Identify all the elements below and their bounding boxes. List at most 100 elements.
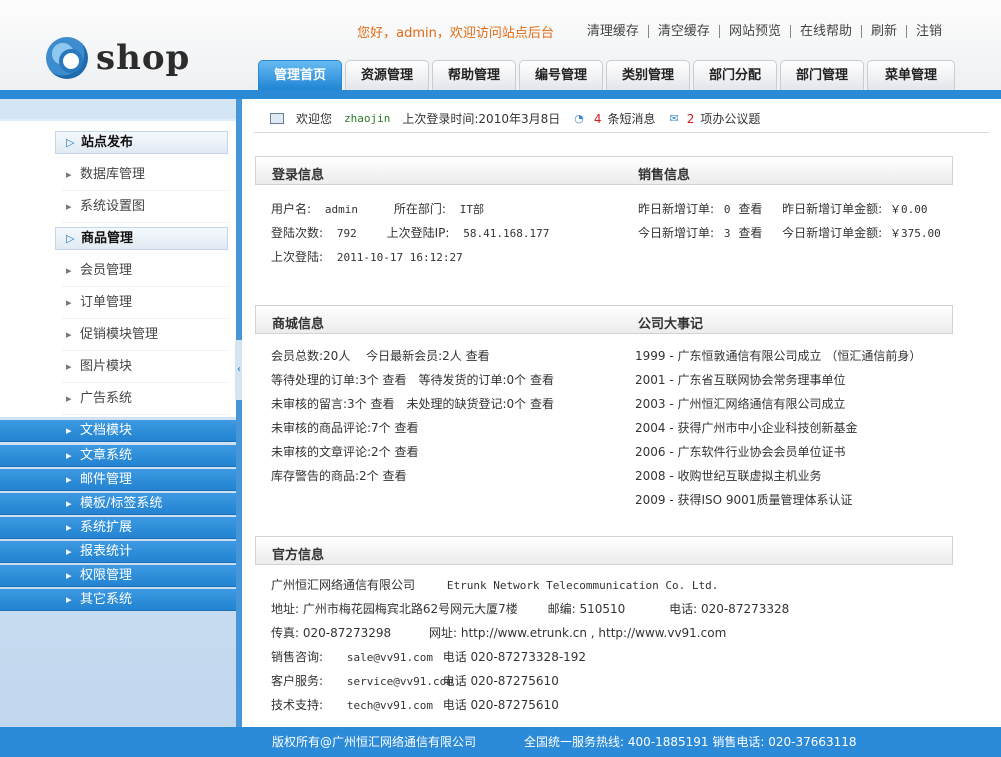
sidebar-top [0,99,236,119]
login-count-value: 792 [336,227,357,240]
address-row: 地址: 广州市梅花园梅宾北路62号网元大厦7楼 邮编: 510510 电话: 0… [271,600,789,617]
yesterday-amount-value: ￥0.00 [890,203,928,216]
tech-contact-label: 技术支持: [271,698,324,712]
mall-info-title: 商城信息 [272,317,325,332]
service-contact-label: 客户服务: [271,674,324,688]
logo-text: shop [96,38,191,78]
site-preview-link[interactable]: 网站预览 [718,25,790,38]
events-title: 公司大事记 [638,317,704,332]
tab-home[interactable]: 管理首页 [258,60,342,90]
login-count-label: 登陆次数: [271,226,324,240]
mall-row[interactable]: 会员总数:20人 今日最新会员:2人 查看 [271,347,490,364]
today-orders-view-link[interactable]: 查看 [738,226,762,240]
mall-row[interactable]: 等待处理的订单:3个 查看 等待发货的订单:0个 查看 [271,371,554,388]
sidebar-item-other[interactable]: 其它系统 [0,589,236,611]
message-count[interactable]: 4 [594,112,602,126]
tech-email-link[interactable]: tech@vv91.com [347,699,439,712]
footer-hotline: 全国统一服务热线: 400-1885191 销售电话: 020-37663118 [524,735,857,749]
header: shop 您好，admin，欢迎访问站点后台 清理缓存 清空缓存 网站预览 在线… [0,0,1001,90]
last-login-row: 上次登陆: 2011-10-17 16:12:27 [271,248,463,265]
welcome-username: zhaojin [344,112,391,125]
sidebar-item-templates[interactable]: 模板/标签系统 [0,493,236,515]
sidebar-item-articles[interactable]: 文章系统 [0,445,236,467]
website-link[interactable]: 网址: http://www.etrunk.cn , http://www.vv… [429,626,726,640]
sidebar-item-documents[interactable]: 文档模块 [0,420,236,442]
sidebar-item-extensions[interactable]: 系统扩展 [0,517,236,539]
header-divider [0,90,1001,99]
zip-code: 邮编: 510510 [547,602,626,616]
sales-contact-label: 销售咨询: [271,650,324,664]
panel-header-mall-events: 商城信息 公司大事记 [255,305,953,334]
footer: 版权所有@广州恒汇网络通信有限公司 全国统一服务热线: 400-1885191 … [0,727,1001,757]
last-login-value: 2011-10-17 16:12:27 [336,251,463,264]
online-help-link[interactable]: 在线帮助 [789,25,861,38]
event-row: 2004 - 获得广州市中小企业科技创新基金 [635,421,858,435]
sales-phone: 电话 020-87273328-192 [442,650,587,664]
mall-row[interactable]: 未审核的商品评论:7个 查看 [271,419,419,436]
login-username-row: 用户名: admin 所在部门: IT部 [271,200,484,217]
sidebar-item-permissions[interactable]: 权限管理 [0,565,236,587]
tab-dept-assign[interactable]: 部门分配 [693,60,777,90]
user-card-icon [270,113,284,124]
top-links: 您好，admin，欢迎访问站点后台 清理缓存 清空缓存 网站预览 在线帮助 刷新… [357,22,951,41]
tab-help[interactable]: 帮助管理 [432,60,516,90]
username-label: 用户名: [271,202,312,216]
welcome-bar: 欢迎您 zhaojin 上次登录时间:2010年3月8日 ◔ 4 条短消息 ✉ … [254,105,989,133]
sidebar-item-images[interactable]: 图片模块 [62,351,228,383]
sidebar-item-reports[interactable]: 报表统计 [0,541,236,563]
yesterday-orders-label: 昨日新增订单: [638,202,715,216]
sidebar-section-site-publish[interactable]: 站点发布 [55,131,228,154]
mall-row[interactable]: 未审核的留言:3个 查看 未处理的缺货登记:0个 查看 [271,395,554,412]
mail-icon: ✉ [669,112,679,125]
clear-cache-link[interactable]: 清空缓存 [647,25,719,38]
sidebar-item-database[interactable]: 数据库管理 [62,159,228,191]
logo[interactable]: shop [46,36,190,80]
service-email-link[interactable]: service@vv91.com [347,675,453,688]
sidebar-item-members[interactable]: 会员管理 [62,255,228,287]
sales-email-link[interactable]: sale@vv91.com [347,651,439,664]
last-login-time: 上次登录时间:2010年3月8日 [402,112,561,126]
sidebar-item-ads[interactable]: 广告系统 [62,383,228,415]
tab-dept-manage[interactable]: 部门管理 [780,60,864,90]
main-nav: 管理首页 资源管理 帮助管理 编号管理 类别管理 部门分配 部门管理 菜单管理 [258,60,958,90]
todo-label[interactable]: 项办公议题 [700,110,760,127]
today-orders-value: 3 [723,227,731,240]
sidebar-item-system-settings[interactable]: 系统设置图 [62,191,228,223]
logo-icon [46,37,88,79]
logout-link[interactable]: 注销 [905,25,951,38]
last-ip-label: 上次登陆IP: [386,226,450,240]
tab-menu-manage[interactable]: 菜单管理 [867,60,955,90]
official-title: 官方信息 [272,548,325,563]
event-row: 2009 - 获得ISO 9001质量管理体系认证 [635,493,853,507]
dept-label: 所在部门: [393,202,446,216]
footer-copyright: 版权所有@广州恒汇网络通信有限公司 [272,735,477,749]
event-row: 2003 - 广州恒汇网络通信有限公司成立 [635,397,846,411]
service-phone: 电话 020-87275610 [442,674,559,688]
yesterday-orders-view-link[interactable]: 查看 [738,202,762,216]
mall-row[interactable]: 未审核的文章评论:2个 查看 [271,443,419,460]
sidebar-section-products[interactable]: 商品管理 [55,227,228,250]
mall-row[interactable]: 库存警告的商品:2个 查看 [271,467,407,484]
refresh-link[interactable]: 刷新 [860,25,906,38]
sales-contact-row: 销售咨询: sale@vv91.com 电话 020-87273328-192 [271,648,586,665]
sidebar-item-promotions[interactable]: 促销模块管理 [62,319,228,351]
welcome-prefix: 欢迎您 [296,112,333,126]
login-info-title: 登录信息 [272,168,325,183]
sidebar-item-orders[interactable]: 订单管理 [62,287,228,319]
tab-category[interactable]: 类别管理 [606,60,690,90]
sidebar-item-mail[interactable]: 邮件管理 [0,469,236,491]
message-label[interactable]: 条短消息 [607,110,655,127]
phone: 电话: 020-87273328 [669,602,790,616]
fax-row: 传真: 020-87273298 网址: http://www.etrunk.c… [271,624,726,641]
sales-today-row: 今日新增订单: 3 查看 今日新增订单金额: ￥375.00 [638,224,941,241]
sales-yesterday-row: 昨日新增订单: 0 查看 昨日新增订单金额: ￥0.00 [638,200,928,217]
login-count-row: 登陆次数: 792 上次登陆IP: 58.41.168.177 [271,224,549,241]
company-name: 广州恒汇网络通信有限公司 [271,578,416,592]
clean-cache-link[interactable]: 清理缓存 [578,25,648,38]
tab-numbering[interactable]: 编号管理 [519,60,603,90]
message-icon: ◔ [574,112,584,125]
company-row: 广州恒汇网络通信有限公司 Etrunk Network Telecommunic… [271,576,718,593]
today-orders-label: 今日新增订单: [638,226,715,240]
todo-count[interactable]: 2 [687,112,695,126]
tab-resources[interactable]: 资源管理 [345,60,429,90]
